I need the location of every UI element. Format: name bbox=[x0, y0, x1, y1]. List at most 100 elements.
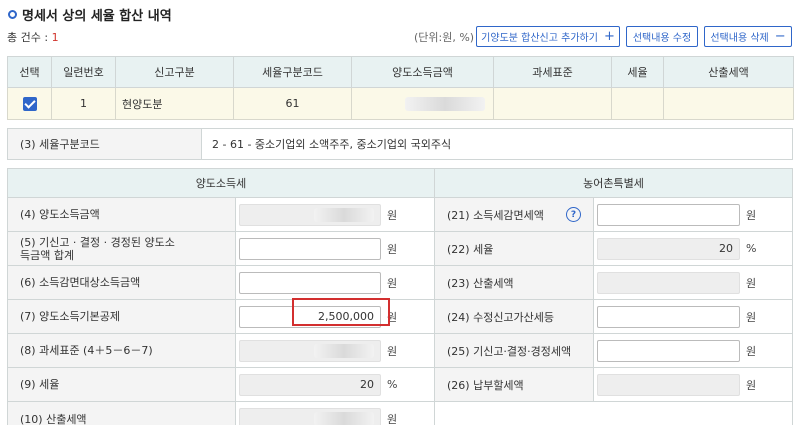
row-checkbox[interactable] bbox=[22, 96, 37, 111]
detail-row: (10) 산출세액 원 bbox=[8, 402, 792, 425]
count-label: 총 건수 : bbox=[7, 31, 49, 44]
calculated-tax-field bbox=[239, 408, 381, 425]
field-cell-rural-calculated-tax: 원 bbox=[594, 266, 792, 299]
column-header-transfer-income: 양도소득금액 bbox=[351, 56, 494, 88]
add-prior-transfer-label: 기양도분 합산신고 추가하기 bbox=[481, 33, 598, 44]
field-cell-tax-base: 원 bbox=[236, 334, 435, 367]
detail-row: (5) 기신고 · 결정 · 경정된 양도소득금액 합계 원 (22) 세율 2… bbox=[8, 232, 792, 266]
field-label-income-tax-reduction: (21) 소득세감면세액 ? bbox=[435, 198, 594, 231]
row-rate bbox=[611, 87, 664, 120]
row-select-cell bbox=[7, 87, 52, 120]
unit-won: 원 bbox=[746, 208, 757, 222]
column-header-tax-base: 과세표준 bbox=[493, 56, 612, 88]
prior-transfer-total-input[interactable] bbox=[239, 237, 381, 260]
row-report-type: 현양도분 bbox=[115, 87, 234, 120]
detail-row: (8) 과세표준 (4＋5－6－7) 원 (25) 기신고·결정·경정세액 원 bbox=[8, 334, 792, 368]
field-label-transfer-income: (4) 양도소득금액 bbox=[8, 198, 236, 231]
field-label-rural-calculated-tax: (23) 산출세액 bbox=[435, 266, 594, 299]
field-cell-amended-penalty: 원 bbox=[594, 300, 792, 333]
tax-detail-grid: 양도소득세 농어촌특별세 (4) 양도소득금액 원 (21) 소득세감면세액 ?… bbox=[7, 168, 793, 425]
edit-selected-button[interactable]: 선택내용 수정 bbox=[626, 26, 698, 47]
detail-row: (7) 양도소득기본공제 2,500,000 원 (24) 수정신고가산세등 원 bbox=[8, 300, 792, 334]
field-label-payable-tax: (26) 납부할세액 bbox=[435, 368, 594, 401]
field-label-prior-transfer-total: (5) 기신고 · 결정 · 경정된 양도소득금액 합계 bbox=[8, 232, 236, 265]
delete-selected-button[interactable]: 선택내용 삭제 − bbox=[704, 26, 792, 47]
amended-penalty-input[interactable] bbox=[597, 305, 740, 328]
payable-tax-field bbox=[597, 373, 740, 396]
count-value: 1 bbox=[51, 31, 59, 44]
field-cell-payable-tax: 원 bbox=[594, 368, 792, 401]
field-label-basic-deduction: (7) 양도소득기본공제 bbox=[8, 300, 236, 333]
row-calculated-tax bbox=[663, 87, 794, 120]
edit-selected-label: 선택내용 수정 bbox=[632, 33, 692, 44]
field-label-reduction-target-income: (6) 소득감면대상소득금액 bbox=[8, 266, 236, 299]
row-transfer-income bbox=[351, 87, 494, 120]
redacted-value bbox=[314, 207, 374, 222]
column-header-select: 선택 bbox=[7, 56, 52, 88]
unit-won: 원 bbox=[746, 344, 757, 358]
tax-rate-list-table: 선택 일련번호 신고구분 세율구분코드 양도소득금액 과세표준 세율 산출세액 … bbox=[7, 56, 794, 120]
unit-percent: % bbox=[746, 242, 757, 255]
rate-code-value: 2 - 61 - 중소기업외 소액주주, 중소기업외 국외주식 bbox=[212, 138, 452, 151]
add-prior-transfer-button[interactable]: 기양도분 합산신고 추가하기 + bbox=[476, 26, 620, 47]
bullet-ring-icon bbox=[8, 9, 17, 19]
row-tax-base bbox=[493, 87, 612, 120]
column-header-rate-code: 세율구분코드 bbox=[233, 56, 352, 88]
page-title: 명세서 상의 세율 합산 내역 bbox=[8, 5, 172, 24]
table-row[interactable]: 1 현양도분 61 bbox=[7, 87, 794, 120]
field-cell-reduction-target-income: 원 bbox=[236, 266, 435, 299]
help-icon[interactable]: ? bbox=[566, 207, 581, 222]
rate-code-box: (3) 세율구분코드 2 - 61 - 중소기업외 소액주주, 중소기업외 국외… bbox=[7, 128, 793, 160]
transfer-income-tax-header: 양도소득세 bbox=[8, 169, 435, 197]
field-cell-calculated-tax: 원 bbox=[236, 402, 435, 425]
field-cell-rural-rate: 20 % bbox=[594, 232, 792, 265]
field-cell-prior-transfer-total: 원 bbox=[236, 232, 435, 265]
column-header-rate: 세율 bbox=[611, 56, 664, 88]
unit-won: 원 bbox=[746, 276, 757, 290]
transfer-income-field bbox=[239, 203, 381, 226]
income-tax-reduction-input[interactable] bbox=[597, 203, 740, 226]
field-label-tax-base: (8) 과세표준 (4＋5－6－7) bbox=[8, 334, 236, 367]
detail-row: (6) 소득감면대상소득금액 원 (23) 산출세액 원 bbox=[8, 266, 792, 300]
minus-icon: − bbox=[774, 29, 786, 44]
unit-won: 원 bbox=[387, 413, 398, 425]
plus-icon: + bbox=[603, 29, 615, 44]
redacted-value bbox=[405, 96, 485, 111]
field-label-rate: (9) 세율 bbox=[8, 368, 236, 401]
redacted-value bbox=[314, 343, 374, 358]
field-cell-basic-deduction: 2,500,000 원 bbox=[236, 300, 435, 333]
rural-rate-field: 20 bbox=[597, 237, 740, 260]
detail-row: (4) 양도소득금액 원 (21) 소득세감면세액 ? 원 bbox=[8, 198, 792, 232]
reduction-target-income-input[interactable] bbox=[239, 271, 381, 294]
field-cell-rate: 20 % bbox=[236, 368, 435, 401]
empty-cell bbox=[435, 402, 792, 425]
column-header-report-type: 신고구분 bbox=[115, 56, 234, 88]
field-label-calculated-tax: (10) 산출세액 bbox=[8, 402, 236, 425]
unit-won: 원 bbox=[387, 310, 398, 324]
rate-code-label: (3) 세율구분코드 bbox=[8, 129, 202, 159]
unit-percent: % bbox=[387, 378, 398, 391]
column-header-calculated-tax: 산출세액 bbox=[663, 56, 794, 88]
field-label-amended-penalty: (24) 수정신고가산세등 bbox=[435, 300, 594, 333]
page-title-text: 명세서 상의 세율 합산 내역 bbox=[22, 8, 172, 24]
unit-won: 원 bbox=[387, 276, 398, 290]
unit-won: 원 bbox=[387, 208, 398, 222]
field-label-rural-rate: (22) 세율 bbox=[435, 232, 594, 265]
table-header-row: 선택 일련번호 신고구분 세율구분코드 양도소득금액 과세표준 세율 산출세액 bbox=[7, 56, 794, 88]
detail-row: (9) 세율 20 % (26) 납부할세액 원 bbox=[8, 368, 792, 402]
field-cell-transfer-income: 원 bbox=[236, 198, 435, 231]
delete-selected-label: 선택내용 삭제 bbox=[710, 33, 769, 44]
total-count: 총 건수 : 1 bbox=[7, 29, 59, 45]
prior-assessed-tax-input[interactable] bbox=[597, 339, 740, 362]
row-serial: 1 bbox=[51, 87, 116, 120]
income-tax-reduction-label: (21) 소득세감면세액 bbox=[447, 208, 544, 222]
field-cell-income-tax-reduction: 원 bbox=[594, 198, 792, 231]
row-rate-code: 61 bbox=[233, 87, 352, 120]
basic-deduction-input[interactable]: 2,500,000 bbox=[239, 305, 381, 328]
rural-special-tax-header: 농어촌특별세 bbox=[583, 177, 644, 190]
column-header-serial: 일련번호 bbox=[51, 56, 116, 88]
field-cell-prior-assessed-tax: 원 bbox=[594, 334, 792, 367]
tax-base-field bbox=[239, 339, 381, 362]
unit-won: 원 bbox=[746, 378, 757, 392]
field-label-prior-assessed-tax: (25) 기신고·결정·경정세액 bbox=[435, 334, 594, 367]
